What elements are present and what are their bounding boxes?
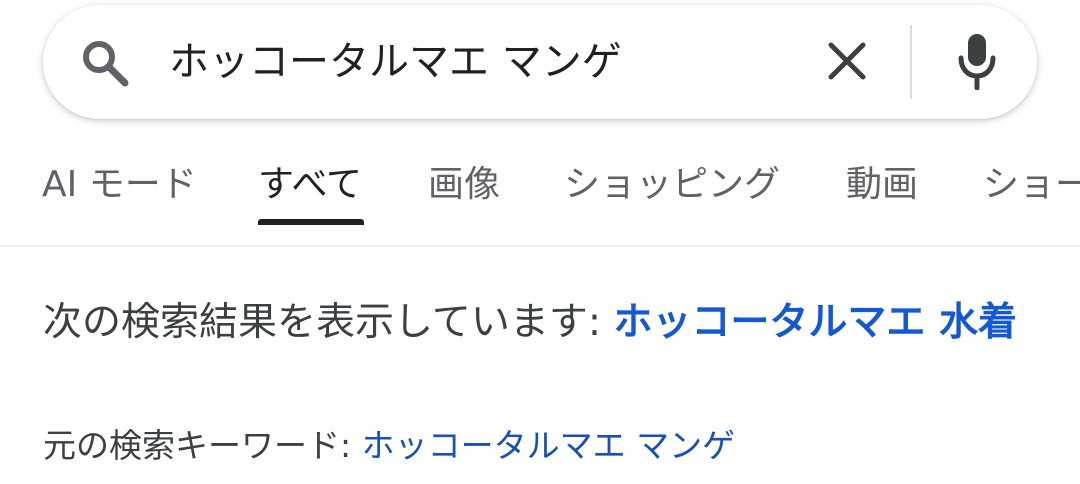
tabs-divider: [0, 245, 1080, 247]
tab-shorts[interactable]: ショー: [983, 162, 1080, 208]
clear-search-button[interactable]: [819, 35, 875, 91]
tab-ai-mode[interactable]: AI モード: [42, 162, 197, 208]
search-bar[interactable]: ホッコータルマエ マンゲ: [43, 5, 1037, 119]
showing-results-label: 次の検索結果を表示しています:: [43, 300, 614, 345]
original-query-label: 元の検索キーワード:: [43, 426, 362, 465]
search-tabs: AI モード すべて 画像 ショッピング 動画 ショー: [0, 150, 1080, 230]
active-tab-indicator: [258, 219, 364, 225]
close-icon: [827, 41, 867, 85]
tab-images[interactable]: 画像: [428, 162, 500, 208]
search-input[interactable]: ホッコータルマエ マンゲ: [169, 31, 622, 93]
original-query-notice: 元の検索キーワード: ホッコータルマエ マンゲ: [43, 423, 735, 469]
tab-all[interactable]: すべて: [258, 162, 362, 208]
search-results-page: ホッコータルマエ マンゲ AI モード すべて 画像 ショッピング 動画 ショー…: [0, 0, 1080, 484]
voice-search-button[interactable]: [947, 33, 1007, 93]
microphone-icon: [956, 32, 998, 94]
search-bar-divider: [910, 25, 912, 99]
search-icon: [79, 37, 131, 89]
showing-results-notice: 次の検索結果を表示しています: ホッコータルマエ 水着: [43, 292, 1053, 354]
corrected-query-link[interactable]: ホッコータルマエ 水着: [613, 300, 1017, 345]
tab-videos[interactable]: 動画: [846, 162, 918, 208]
original-query-link[interactable]: ホッコータルマエ マンゲ: [362, 426, 736, 465]
tab-shopping[interactable]: ショッピング: [564, 162, 780, 208]
